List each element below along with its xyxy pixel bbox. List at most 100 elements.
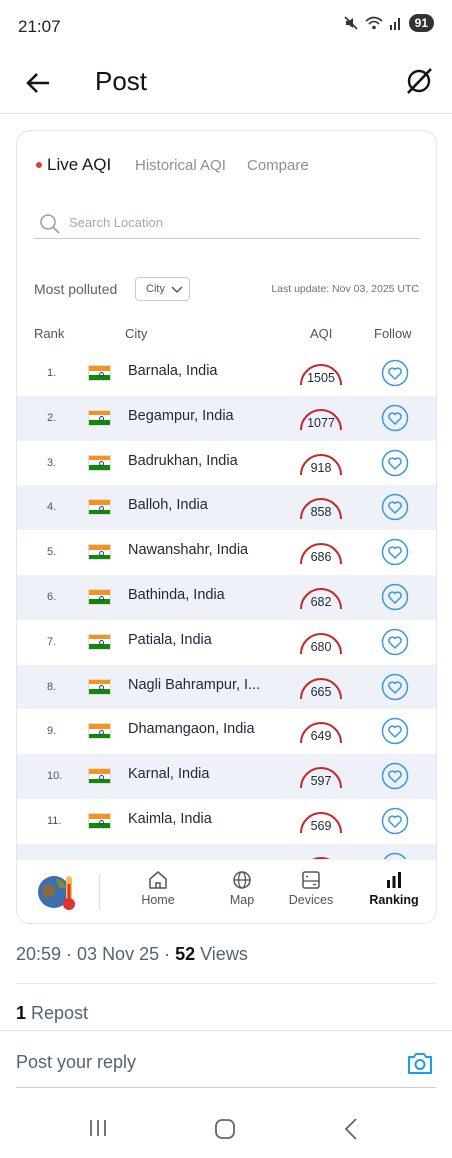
aqi-gauge: 665 (297, 671, 345, 705)
nav-map[interactable]: Map (207, 870, 277, 918)
battery-level: 91 (408, 14, 434, 32)
tab-compare[interactable]: Compare (247, 157, 309, 174)
nav-devices-label: Devices (288, 893, 334, 907)
column-header-aqi: AQI (310, 326, 333, 341)
follow-heart-icon[interactable] (381, 359, 409, 387)
aqi-gauge: 649 (297, 715, 345, 749)
table-header: Rank City AQI Follow (17, 324, 436, 344)
follow-heart-icon[interactable] (381, 628, 409, 656)
filter-row: Most polluted City Last update: Nov 03, … (17, 276, 436, 302)
nav-ranking-label: Ranking (369, 893, 419, 907)
row-city: Bathinda, India (128, 586, 225, 603)
row-city: Kaimla, India (128, 810, 212, 827)
follow-heart-icon[interactable] (381, 807, 409, 835)
table-row[interactable]: 3. Badrukhan, India 918 (17, 441, 436, 486)
india-flag-icon (88, 544, 111, 561)
row-rank: 6. (47, 590, 57, 603)
wifi-icon (365, 16, 383, 30)
reply-input[interactable] (16, 1052, 386, 1073)
tab-live-aqi[interactable]: Live AQI (47, 155, 111, 175)
follow-heart-icon[interactable] (381, 538, 409, 566)
app-logo (36, 870, 80, 914)
follow-heart-icon[interactable] (381, 673, 409, 701)
status-icons: 91 (343, 14, 434, 32)
column-header-follow: Follow (374, 326, 412, 341)
follow-heart-icon[interactable] (381, 493, 409, 521)
aqi-gauge: 686 (297, 536, 345, 570)
row-rank: 2. (47, 411, 57, 424)
aqi-gauge: 569 (297, 805, 345, 839)
table-row[interactable]: 8. Nagli Bahrampur, I... 665 (17, 664, 436, 710)
aqi-gauge: 682 (297, 581, 345, 615)
city-select[interactable]: City (135, 277, 190, 301)
aqi-value: 569 (310, 818, 332, 833)
row-rank: 7. (47, 635, 57, 648)
column-header-city: City (125, 326, 148, 341)
arrow-left-icon (26, 73, 49, 93)
india-flag-icon (88, 812, 111, 829)
aqi-value: 680 (310, 639, 332, 654)
row-city: Nawanshahr, India (128, 542, 249, 559)
aqi-value: 858 (310, 505, 332, 520)
aqi-value: 597 (310, 774, 332, 789)
app-bottom-nav: Home Map Devices Ranking (17, 859, 436, 923)
aqi-value: 649 (310, 729, 332, 744)
back-button[interactable] (22, 66, 56, 100)
nav-home-label: Home (141, 893, 175, 907)
back-nav-icon[interactable] (342, 1116, 360, 1142)
tab-historical-aqi[interactable]: Historical AQI (135, 157, 226, 174)
aqi-value: 682 (310, 594, 332, 609)
aqi-gauge: 597 (297, 760, 345, 794)
row-rank: 5. (47, 546, 57, 559)
home-button-icon[interactable] (213, 1117, 237, 1141)
table-row[interactable]: 2. Begampur, India 1077 (17, 395, 436, 441)
aqi-value: 1077 (307, 415, 335, 430)
last-update-text: Last update: Nov 03, 2025 UTC (271, 283, 419, 295)
earth-thermometer-logo-icon (38, 876, 75, 910)
follow-heart-icon[interactable] (381, 717, 409, 745)
nav-devices[interactable]: Devices (276, 870, 346, 918)
follow-heart-icon[interactable] (381, 404, 409, 432)
table-row[interactable]: 9. Dhamangaon, India 649 (17, 709, 436, 754)
row-city: Begampur, India (128, 407, 234, 424)
follow-heart-icon[interactable] (381, 583, 409, 611)
aqi-gauge: 680 (297, 626, 345, 660)
camera-icon[interactable] (406, 1050, 434, 1076)
recents-icon[interactable] (87, 1117, 109, 1139)
aqi-gauge: 1505 (297, 357, 345, 391)
nav-ranking[interactable]: Ranking (359, 870, 429, 918)
india-flag-icon (88, 365, 111, 381)
repost-stat[interactable]: 1 Repost (16, 1003, 88, 1024)
aqi-embed-card: Live AQI Historical AQI Compare Most pol… (16, 130, 437, 924)
follow-heart-icon[interactable] (381, 762, 409, 790)
table-row[interactable]: 10. Karnal, India 597 (17, 754, 436, 799)
search-input[interactable] (69, 215, 409, 230)
aqi-value: 686 (310, 550, 332, 565)
table-row[interactable]: 4. Balloh, India 858 (17, 485, 436, 531)
table-row[interactable]: 5. Nawanshahr, India 686 (17, 530, 436, 575)
row-rank: 1. (47, 367, 57, 379)
mute-icon (344, 16, 358, 30)
views-label: Views (195, 944, 248, 964)
page-title: Post (95, 66, 148, 96)
repost-count: 1 (16, 1003, 27, 1023)
grok-button[interactable] (402, 64, 436, 98)
column-header-rank: Rank (34, 326, 65, 341)
ranking-table: 1. Barnala, India 1505 2. Begampur, Indi… (17, 351, 436, 889)
row-rank: 10. (47, 770, 63, 783)
globe-icon (233, 871, 251, 889)
grok-icon (407, 68, 432, 94)
most-polluted-label: Most polluted (34, 281, 118, 297)
system-nav-bar (0, 1100, 452, 1158)
table-row[interactable]: 7. Patiala, India 680 (17, 620, 436, 665)
chevron-down-icon (171, 286, 183, 294)
row-city: Nagli Bahrampur, I... (128, 676, 261, 693)
table-row[interactable]: 11. Kaimla, India 569 (17, 799, 436, 844)
app-bar: Post (0, 56, 452, 114)
follow-heart-icon[interactable] (381, 449, 409, 477)
row-rank: 11. (47, 814, 62, 827)
table-row[interactable]: 1. Barnala, India 1505 (17, 351, 436, 396)
table-row[interactable]: 6. Bathinda, India 682 (17, 574, 436, 620)
nav-home[interactable]: Home (123, 870, 193, 918)
signal-icon (389, 18, 400, 30)
